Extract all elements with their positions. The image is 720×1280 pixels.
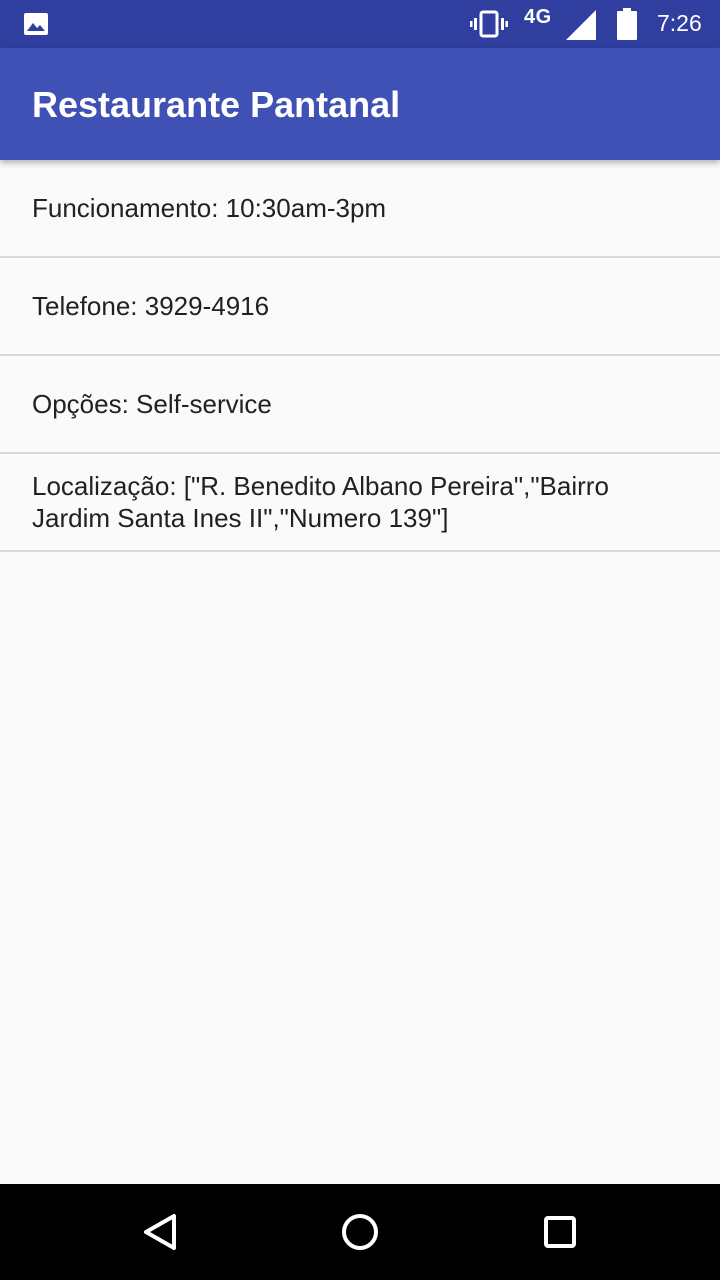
list-item-hours[interactable]: Funcionamento: 10:30am-3pm [0, 160, 720, 258]
home-icon[interactable] [336, 1208, 384, 1256]
list-item-text: Funcionamento: 10:30am-3pm [32, 193, 387, 223]
app-bar: Restaurante Pantanal [0, 48, 720, 160]
battery-icon [617, 8, 637, 40]
details-list: Funcionamento: 10:30am-3pm Telefone: 392… [0, 160, 720, 552]
clock: 7:26 [657, 10, 702, 36]
image-notification-icon [24, 13, 48, 35]
list-item-location[interactable]: Localização: ["R. Benedito Albano Pereir… [0, 454, 720, 552]
page-title: Restaurante Pantanal [32, 84, 401, 125]
signal-icon [566, 10, 596, 40]
back-icon[interactable] [136, 1208, 184, 1256]
vibrate-icon [470, 10, 508, 38]
recents-icon[interactable] [536, 1208, 584, 1256]
list-item-text: Opções: Self-service [32, 389, 272, 419]
list-item-text: Telefone: 3929-4916 [32, 291, 270, 321]
network-type-label: 4G [524, 6, 552, 28]
status-bar: 4G 7:26 [0, 0, 720, 48]
list-item-phone[interactable]: Telefone: 3929-4916 [0, 258, 720, 356]
list-item-text: Localização: ["R. Benedito Albano Pereir… [32, 471, 609, 533]
list-item-options[interactable]: Opções: Self-service [0, 356, 720, 454]
navigation-bar [0, 1184, 720, 1280]
